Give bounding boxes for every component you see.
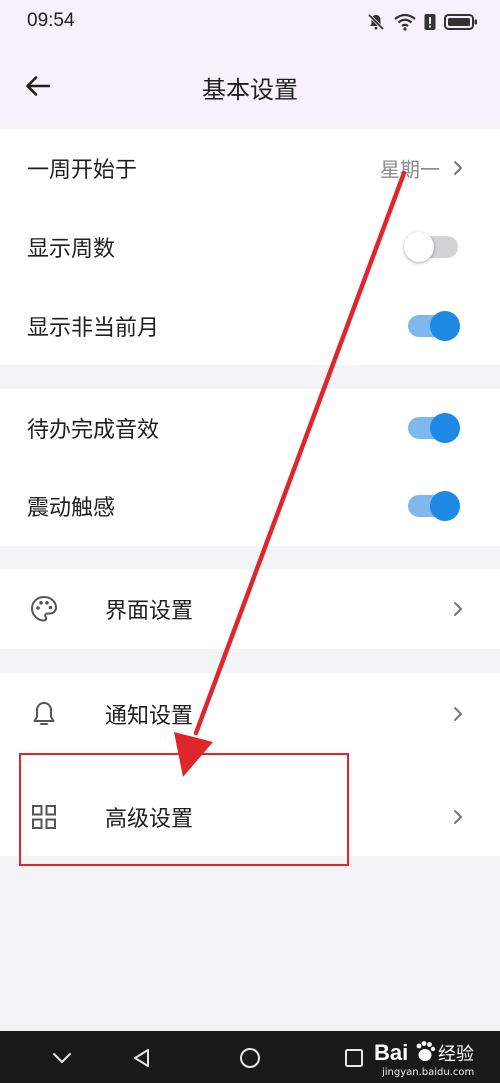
page-title: 基本设置 bbox=[202, 76, 298, 104]
battery-icon bbox=[444, 12, 478, 32]
watermark-brand: Bai bbox=[374, 1040, 408, 1065]
nav-home-button[interactable] bbox=[233, 1041, 267, 1075]
toggle-show-week-numbers[interactable] bbox=[404, 232, 458, 262]
toggle-vibration[interactable] bbox=[408, 491, 460, 521]
row-advanced-settings[interactable]: 高级设置 bbox=[0, 778, 500, 856]
row-label: 一周开始于 bbox=[27, 158, 138, 183]
settings-group-calendar: 一周开始于 星期一 显示周数 显示非当前月 bbox=[0, 129, 500, 365]
watermark-url: jingyan.baidu.com bbox=[382, 1067, 475, 1078]
bell-off-icon bbox=[366, 12, 386, 32]
row-label: 高级设置 bbox=[105, 807, 194, 832]
palette-icon bbox=[28, 593, 60, 625]
row-label: 显示周数 bbox=[27, 237, 116, 262]
triangle-back-icon bbox=[134, 1049, 149, 1067]
wifi-icon bbox=[394, 12, 416, 32]
baidu-jingyan-watermark: Bai 经验 jingyan.baidu.com bbox=[372, 1036, 492, 1080]
toggle-todo-sound[interactable] bbox=[408, 413, 460, 443]
settings-group-feedback: 待办完成音效 震动触感 bbox=[0, 389, 500, 546]
circle-home-icon bbox=[240, 1048, 260, 1068]
bell-icon bbox=[28, 698, 60, 730]
app-bar: 基本设置 bbox=[0, 44, 500, 126]
baidu-logo: Bai 经验 bbox=[374, 1040, 474, 1065]
toggle-knob bbox=[430, 413, 460, 443]
nav-recents-button[interactable] bbox=[337, 1041, 371, 1075]
status-time: 09:54 bbox=[27, 10, 75, 31]
settings-group-interface: 界面设置 bbox=[0, 569, 500, 649]
row-interface-settings[interactable]: 界面设置 bbox=[0, 570, 500, 648]
settings-group-more: 通知设置 高级设置 bbox=[0, 673, 500, 856]
toggle-show-other-months[interactable] bbox=[408, 311, 460, 341]
week-start-value: 星期一 bbox=[380, 157, 440, 182]
alert-icon bbox=[424, 12, 436, 32]
chevron-right-icon bbox=[454, 161, 462, 175]
nav-collapse-button[interactable] bbox=[45, 1041, 79, 1075]
paw-icon bbox=[416, 1041, 436, 1061]
row-week-start[interactable]: 一周开始于 星期一 bbox=[0, 129, 500, 207]
nav-back-button[interactable] bbox=[125, 1041, 159, 1075]
chevron-right-icon bbox=[454, 707, 462, 721]
row-notification-settings[interactable]: 通知设置 bbox=[0, 675, 500, 753]
row-show-other-months: 显示非当前月 bbox=[0, 287, 500, 365]
row-label: 待办完成音效 bbox=[27, 418, 160, 443]
square-recents-icon bbox=[345, 1049, 363, 1067]
row-label: 显示非当前月 bbox=[27, 316, 160, 341]
row-todo-sound: 待办完成音效 bbox=[0, 389, 500, 467]
grid-icon bbox=[28, 801, 60, 833]
row-label: 震动触感 bbox=[27, 496, 116, 521]
chevron-down-icon bbox=[53, 1053, 71, 1063]
status-icons bbox=[366, 11, 478, 33]
row-vibration: 震动触感 bbox=[0, 467, 500, 545]
status-bar: 09:54 bbox=[0, 0, 500, 44]
chevron-right-icon bbox=[454, 602, 462, 616]
toggle-knob bbox=[430, 491, 460, 521]
row-label: 界面设置 bbox=[105, 599, 194, 624]
watermark-brand-suffix: 经验 bbox=[438, 1044, 474, 1065]
row-label: 通知设置 bbox=[105, 704, 194, 729]
chevron-right-icon bbox=[454, 810, 462, 824]
row-show-week-numbers: 显示周数 bbox=[0, 208, 500, 286]
toggle-knob bbox=[404, 232, 434, 262]
toggle-knob bbox=[430, 311, 460, 341]
